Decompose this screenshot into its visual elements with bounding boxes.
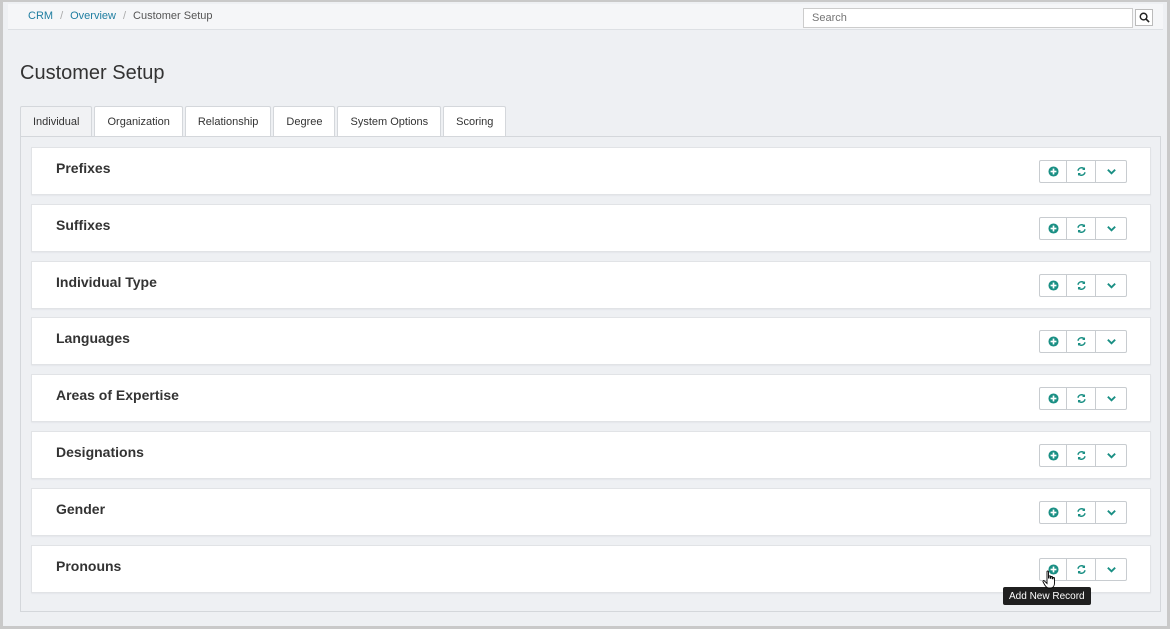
section-button-group: [1039, 387, 1127, 411]
section-title: Areas of Expertise: [56, 387, 179, 404]
section-gender: Gender: [31, 487, 1151, 536]
plus-circle-icon: [1047, 450, 1059, 461]
section-title: Languages: [56, 330, 130, 347]
page-title: Customer Setup: [20, 62, 165, 84]
refresh-icon: [1076, 337, 1086, 347]
refresh-button[interactable]: [1066, 444, 1096, 467]
section-button-group: [1039, 500, 1127, 524]
section-title: Designations: [56, 444, 144, 460]
section-title: Pronouns: [56, 557, 122, 574]
tab-relationship[interactable]: Relationship: [184, 106, 272, 137]
add-record-button[interactable]: [1039, 216, 1067, 240]
refresh-button[interactable]: [1066, 330, 1096, 354]
section-suffixes: Suffixes: [31, 203, 1151, 252]
tab-individual[interactable]: Individual: [20, 106, 93, 137]
section-button-group: [1039, 330, 1127, 354]
refresh-button[interactable]: [1066, 216, 1096, 240]
chevron-down-icon: [1106, 225, 1116, 232]
chevron-down-icon: [1106, 282, 1116, 289]
section-languages: Languages: [31, 317, 1151, 366]
chevron-down-icon: [1106, 339, 1116, 346]
section-button-group: [1039, 444, 1127, 467]
expand-button[interactable]: [1095, 216, 1127, 240]
tab-system-options[interactable]: System Options: [337, 106, 442, 137]
breadcrumb: CRM / Overview / Customer Setup: [28, 10, 213, 22]
section-prefixes: Prefixes: [31, 147, 1151, 195]
refresh-icon: [1076, 507, 1086, 517]
plus-circle-icon: [1047, 280, 1059, 291]
refresh-button[interactable]: [1066, 273, 1096, 297]
plus-circle-icon: [1047, 166, 1059, 177]
expand-button[interactable]: [1095, 387, 1127, 411]
add-record-button[interactable]: [1039, 500, 1067, 524]
refresh-button[interactable]: [1066, 557, 1096, 581]
section-title: Prefixes: [56, 160, 111, 176]
chevron-down-icon: [1106, 396, 1116, 402]
expand-button[interactable]: [1095, 557, 1127, 581]
expand-button[interactable]: [1095, 160, 1127, 183]
app-frame: CRM / Overview / Customer Setup Customer Set…: [0, 0, 1170, 629]
section-button-group: [1039, 216, 1127, 240]
refresh-button[interactable]: [1066, 160, 1096, 183]
add-record-button[interactable]: [1039, 273, 1067, 297]
tab-panel: Prefixes Suffixes Individual Type Langua…: [20, 136, 1161, 612]
plus-circle-icon: [1047, 336, 1059, 347]
plus-circle-icon: [1047, 507, 1059, 518]
expand-button[interactable]: [1095, 273, 1127, 297]
expand-button[interactable]: [1095, 500, 1127, 524]
breadcrumb-overview[interactable]: Overview: [70, 10, 116, 22]
chevron-down-icon: [1106, 169, 1116, 175]
search-input[interactable]: [803, 8, 1133, 28]
breadcrumb-separator: /: [60, 10, 64, 22]
add-record-button[interactable]: [1039, 444, 1067, 467]
section-pronouns: Pronouns: [31, 544, 1151, 593]
section-areas-of-expertise: Areas of Expertise: [31, 374, 1151, 423]
section-title: Individual Type: [56, 273, 157, 290]
expand-button[interactable]: [1095, 444, 1127, 467]
breadcrumb-current: Customer Setup: [133, 10, 213, 22]
add-record-button[interactable]: [1039, 387, 1067, 411]
tab-organization[interactable]: Organization: [94, 106, 183, 137]
tab-degree[interactable]: Degree: [273, 106, 336, 137]
footer-copyright: [673, 619, 1163, 629]
section-title: Gender: [56, 500, 106, 517]
section-individual-type: Individual Type: [31, 260, 1151, 309]
section-button-group: [1039, 160, 1127, 183]
refresh-button[interactable]: [1066, 500, 1096, 524]
refresh-icon: [1076, 167, 1086, 176]
refresh-button[interactable]: [1066, 387, 1096, 411]
plus-circle-icon: [1047, 393, 1059, 404]
tab-bar: Individual Organization Relationship Deg…: [20, 106, 507, 137]
refresh-icon: [1076, 451, 1086, 460]
plus-circle-icon: [1047, 223, 1059, 234]
breadcrumb-separator: /: [122, 10, 127, 22]
chevron-down-icon: [1106, 509, 1116, 516]
breadcrumb-crm[interactable]: CRM: [28, 10, 53, 22]
chevron-down-icon: [1106, 453, 1116, 459]
add-record-button[interactable]: [1039, 330, 1067, 354]
search-button[interactable]: [1135, 9, 1153, 26]
chevron-down-icon: [1106, 566, 1116, 573]
tab-scoring[interactable]: Scoring: [443, 106, 507, 137]
expand-button[interactable]: [1095, 330, 1127, 354]
hand-cursor-icon: [1042, 570, 1055, 589]
search-icon: [1139, 12, 1150, 23]
refresh-icon: [1076, 280, 1086, 290]
section-designations: Designations: [31, 431, 1151, 479]
section-title: Suffixes: [56, 216, 111, 233]
refresh-icon: [1076, 564, 1086, 574]
section-button-group: [1039, 273, 1127, 297]
top-bar: CRM / Overview / Customer Setup: [8, 4, 1163, 30]
refresh-icon: [1076, 223, 1086, 233]
add-record-button[interactable]: [1039, 160, 1067, 183]
refresh-icon: [1076, 394, 1086, 404]
